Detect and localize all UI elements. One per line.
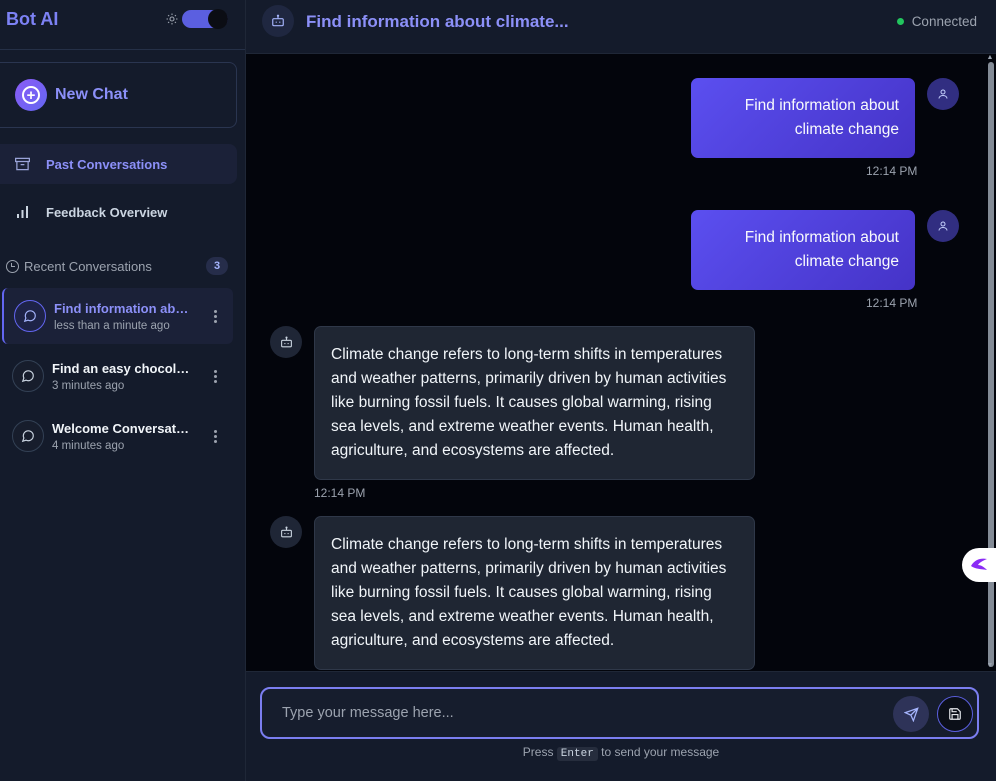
hint-after: to send your message: [601, 745, 720, 759]
assistant-widget-button[interactable]: [962, 548, 996, 582]
new-chat-button[interactable]: + New Chat: [0, 62, 237, 128]
recent-conversations-header: Recent Conversations 3: [6, 257, 228, 275]
more-options-icon[interactable]: [213, 369, 217, 383]
user-message: Find information about climate change: [691, 210, 915, 290]
chat-bubble-icon: [12, 360, 44, 392]
scroll-down-icon[interactable]: ▼: [986, 662, 994, 669]
more-options-icon[interactable]: [213, 309, 217, 323]
recent-heading: Recent Conversations: [24, 258, 152, 274]
theme-switch[interactable]: [182, 9, 228, 29]
send-button[interactable]: [893, 696, 929, 732]
hint-before: Press: [522, 745, 554, 759]
chat-bubble-icon: [14, 300, 46, 332]
message-time: 12:14 PM: [314, 486, 366, 500]
bar-chart-icon: [14, 204, 30, 220]
sun-icon: [166, 13, 178, 25]
recent-count-badge: 3: [206, 257, 228, 275]
switch-knob: [208, 9, 228, 29]
chat-messages[interactable]: Find information about climate change 12…: [246, 54, 996, 671]
brand-title: Bot AI: [6, 9, 59, 29]
status-text: Connected: [911, 14, 977, 29]
enter-key-hint: Enter: [556, 747, 598, 761]
theme-toggle[interactable]: [166, 9, 228, 29]
scroll-up-icon[interactable]: ▲: [986, 54, 994, 61]
conversation-item[interactable]: Find an easy chocolate recipe 3 minutes …: [2, 348, 233, 404]
plus-icon: +: [15, 79, 47, 111]
conversation-item[interactable]: Find information about climate change le…: [2, 288, 233, 344]
archive-icon: [14, 156, 30, 172]
sidebar: Bot AI + New Chat Past Conversations Fee…: [0, 0, 246, 781]
message-time: 12:14 PM: [866, 164, 918, 178]
bot-icon: [262, 5, 294, 37]
message-input[interactable]: [282, 703, 882, 723]
send-hint: Press Enter to send your message: [246, 745, 996, 761]
chat-bubble-icon: [12, 420, 44, 452]
chat-title: Find information about climate...: [306, 12, 569, 31]
composer: Press Enter to send your message: [246, 671, 996, 781]
bot-icon: [270, 516, 302, 548]
conversation-title: Find information about climate change: [54, 300, 194, 316]
bot-message: Climate change refers to long-term shift…: [314, 516, 755, 670]
user-icon: [927, 78, 959, 110]
message-input-container: [260, 687, 979, 739]
conversation-time: less than a minute ago: [54, 319, 170, 332]
message-time: 12:14 PM: [866, 296, 918, 310]
conversation-title: Welcome Conversation: [52, 420, 192, 436]
new-chat-label: New Chat: [55, 86, 128, 103]
nav-label: Feedback Overview: [46, 204, 168, 220]
nav-label: Past Conversations: [46, 156, 168, 172]
user-icon: [927, 210, 959, 242]
user-message: Find information about climate change: [691, 78, 915, 158]
sidebar-divider: [0, 49, 245, 50]
status-dot: [896, 18, 904, 25]
nav-feedback-overview[interactable]: Feedback Overview: [0, 192, 237, 232]
nav-past-conversations[interactable]: Past Conversations: [0, 144, 237, 184]
conversation-time: 3 minutes ago: [52, 379, 125, 392]
clock-icon: [6, 259, 19, 273]
conversation-time: 4 minutes ago: [52, 439, 125, 452]
connection-status: Connected: [896, 14, 977, 29]
bot-message: Climate change refers to long-term shift…: [314, 326, 755, 480]
chat-header: Find information about climate... Connec…: [246, 0, 996, 54]
save-button[interactable]: [937, 696, 973, 732]
bot-icon: [270, 326, 302, 358]
conversation-title: Find an easy chocolate recipe: [52, 360, 192, 376]
more-options-icon[interactable]: [213, 429, 217, 443]
conversation-item[interactable]: Welcome Conversation 4 minutes ago: [2, 408, 233, 464]
